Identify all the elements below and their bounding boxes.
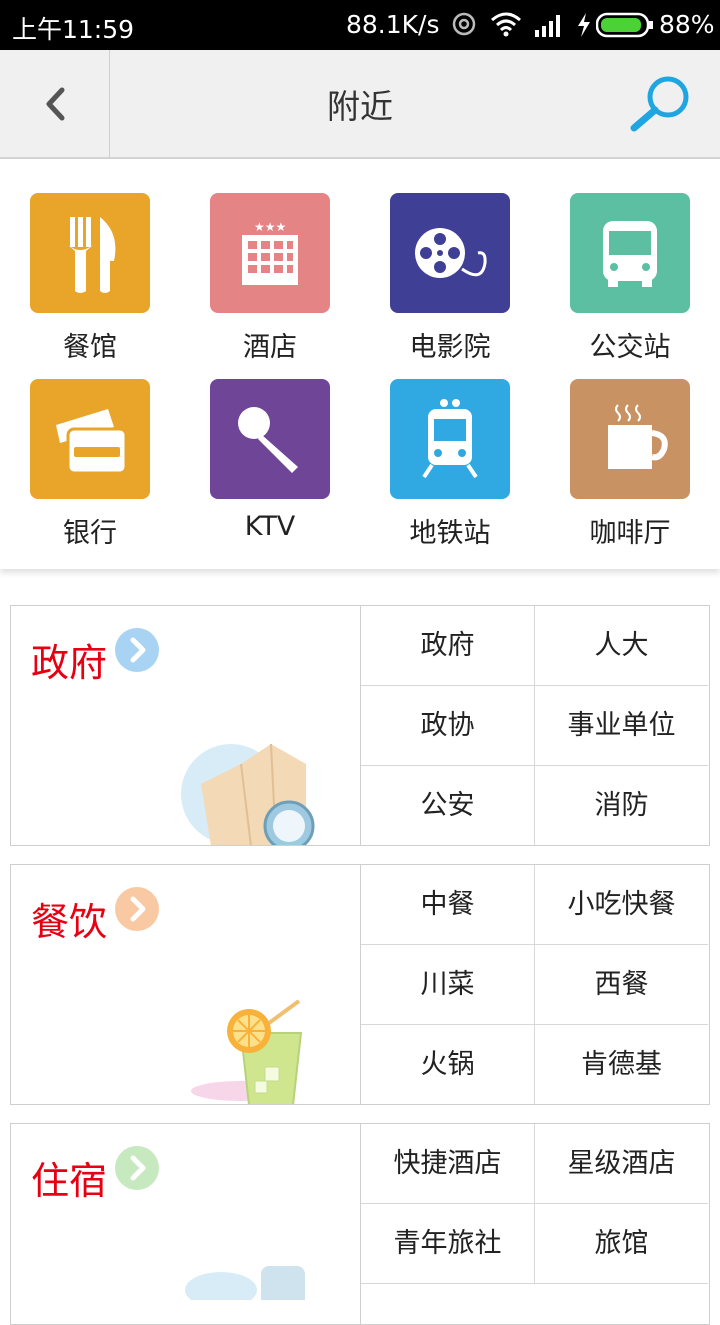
sync-icon [452, 12, 476, 42]
subcategory-item[interactable]: 快捷酒店 [361, 1124, 535, 1204]
category-bank[interactable]: 银行 [10, 379, 170, 559]
subcategory-item[interactable]: 川菜 [361, 945, 535, 1025]
subcategory-item[interactable]: 事业单位 [535, 686, 708, 766]
section-cells: 政府 人大 政协 事业单位 公安 消防 [361, 606, 709, 845]
section-header-panel[interactable]: 政府 [11, 606, 361, 845]
search-icon [630, 76, 689, 132]
subcategory-item[interactable]: 中餐 [361, 865, 535, 945]
category-label: KTV [244, 511, 296, 542]
charging-icon [576, 12, 592, 44]
bus-icon [570, 193, 690, 313]
category-restaurant[interactable]: 餐馆 [10, 193, 170, 373]
section-lodging: 住宿 快捷酒店 星级酒店 青年旅社 旅馆 [10, 1123, 710, 1325]
subcategory-item[interactable]: 小吃快餐 [535, 865, 708, 945]
subcategory-item[interactable]: 政协 [361, 686, 535, 766]
svg-text:★★★: ★★★ [254, 220, 286, 234]
chevron-left-icon [46, 87, 65, 121]
page-title: 附近 [327, 87, 393, 126]
lodging-illustration [185, 1266, 305, 1300]
category-label: 地铁站 [409, 518, 491, 549]
bank-card-icon [30, 379, 150, 499]
section-title: 住宿 [31, 1159, 108, 1203]
category-cinema[interactable]: 电影院 [370, 193, 530, 373]
battery-icon [595, 12, 654, 44]
battery-percent: 88% [659, 10, 715, 39]
category-label: 银行 [63, 518, 117, 549]
quick-category-grid: 餐馆 ★★★ 酒店 电影院 公交站 银行 KTV 地铁站 咖啡厅 [0, 159, 720, 720]
subcategory-item[interactable]: 公安 [361, 766, 535, 845]
section-government: 政府 政府 人大 政协 事业单位 公安 消防 [10, 605, 710, 846]
status-time: 上午11:59 [12, 15, 135, 44]
subcategory-item[interactable]: 政府 [361, 606, 535, 686]
drink-glass-illustration [191, 999, 303, 1104]
hotel-icon: ★★★ [210, 193, 330, 313]
category-label: 电影院 [409, 332, 491, 363]
category-label: 酒店 [243, 332, 297, 363]
section-header-panel[interactable]: 住宿 [11, 1124, 361, 1324]
chevron-right-icon [115, 628, 159, 672]
section-cells: 快捷酒店 星级酒店 青年旅社 旅馆 [361, 1124, 709, 1324]
section-title: 餐饮 [31, 900, 108, 944]
category-label: 咖啡厅 [589, 518, 671, 549]
section-cells: 中餐 小吃快餐 川菜 西餐 火锅 肯德基 [361, 865, 709, 1104]
search-button[interactable] [620, 70, 700, 140]
category-label: 公交站 [589, 332, 671, 363]
subcategory-item[interactable]: 肯德基 [535, 1025, 708, 1104]
subcategory-item[interactable]: 星级酒店 [535, 1124, 708, 1204]
coffee-icon [570, 379, 690, 499]
section-header-panel[interactable]: 餐饮 [11, 865, 361, 1104]
subcategory-item[interactable]: 青年旅社 [361, 1204, 535, 1284]
category-ktv[interactable]: KTV [190, 379, 350, 559]
status-bar: 上午11:59 88.1K/s 88% [0, 0, 720, 50]
restaurant-icon [30, 193, 150, 313]
category-bus-stop[interactable]: 公交站 [550, 193, 710, 373]
cinema-icon [390, 193, 510, 313]
back-button[interactable] [0, 50, 110, 157]
subcategory-item[interactable]: 旅馆 [535, 1204, 708, 1284]
section-title: 政府 [31, 641, 108, 685]
network-speed: 88.1K/s [346, 10, 440, 39]
section-dining: 餐饮 中餐 小吃快餐 川菜 西餐 火锅 肯德基 [10, 864, 710, 1105]
subway-icon [390, 379, 510, 499]
microphone-icon [210, 379, 330, 499]
category-subway[interactable]: 地铁站 [370, 379, 530, 559]
chevron-right-icon [115, 887, 159, 931]
title-bar: 附近 [0, 50, 720, 159]
category-label: 餐馆 [63, 332, 117, 363]
subcategory-item[interactable]: 消防 [535, 766, 708, 845]
subcategory-item[interactable]: 西餐 [535, 945, 708, 1025]
wifi-icon [490, 12, 522, 44]
chevron-right-icon [115, 1146, 159, 1190]
subcategory-item[interactable]: 火锅 [361, 1025, 535, 1104]
category-hotel[interactable]: ★★★ 酒店 [190, 193, 350, 373]
signal-icon [534, 12, 564, 44]
subcategory-item[interactable]: 人大 [535, 606, 708, 686]
map-compass-illustration [181, 743, 315, 845]
category-coffee[interactable]: 咖啡厅 [550, 379, 710, 559]
